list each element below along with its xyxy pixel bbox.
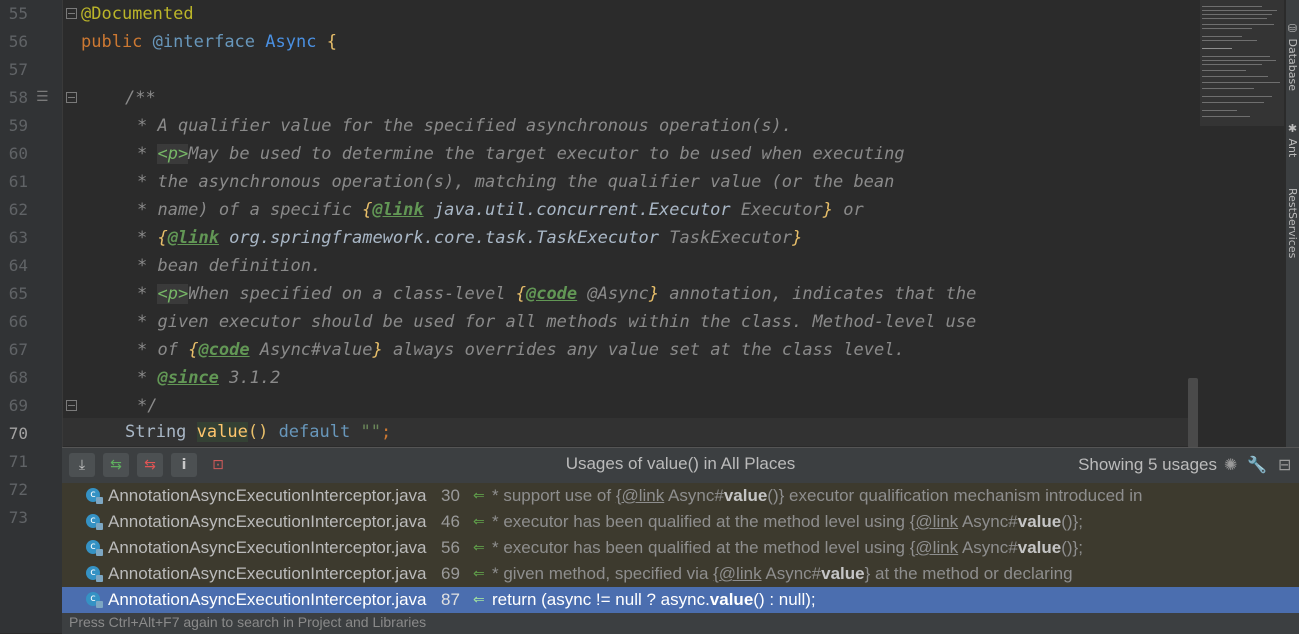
line-number: 71 [8, 452, 28, 471]
line-number: 65 [8, 284, 28, 303]
open-in-find-window-icon[interactable]: ⊟ [1278, 455, 1291, 474]
code-line: * name) of a specific {@link java.util.c… [137, 200, 864, 220]
settings-wrench-icon[interactable]: 🔧 [1247, 455, 1267, 474]
usage-row[interactable]: c AnnotationAsyncExecutionInterceptor.ja… [62, 535, 1299, 561]
code-line: * <p>When specified on a class-level {@c… [137, 284, 977, 304]
read-access-icon: ⇐ [473, 514, 485, 530]
popup-hint: Press Ctrl+Alt+F7 again to search in Pro… [69, 614, 427, 630]
code-line: * A qualifier value for the specified as… [137, 116, 793, 136]
usage-file: AnnotationAsyncExecutionInterceptor.java [108, 486, 427, 505]
code-line: /** [125, 88, 156, 108]
usage-text: * given method, specified via {@link Asy… [492, 564, 1073, 583]
usage-row[interactable]: c AnnotationAsyncExecutionInterceptor.ja… [62, 561, 1299, 587]
code-line: */ [137, 396, 158, 416]
line-number: 56 [8, 32, 28, 51]
usage-count: Showing 5 usages [1078, 455, 1217, 474]
usage-row[interactable]: c AnnotationAsyncExecutionInterceptor.ja… [62, 509, 1299, 535]
usage-line-number: 56 [441, 538, 460, 557]
line-number-current: 70 [8, 424, 28, 443]
usage-file: AnnotationAsyncExecutionInterceptor.java [108, 564, 427, 583]
code-line-current: String value() default ""; [125, 422, 392, 442]
line-number: 68 [8, 368, 28, 387]
fold-marker-icon[interactable] [66, 92, 77, 103]
usage-row[interactable]: c AnnotationAsyncExecutionInterceptor.ja… [62, 483, 1299, 509]
code-line: public @interface Async { [81, 32, 337, 52]
line-number: 73 [8, 508, 28, 527]
class-icon: c [86, 592, 103, 608]
code-line: @Documented [81, 4, 194, 24]
usage-file: AnnotationAsyncExecutionInterceptor.java [108, 590, 427, 609]
usage-text: return (async != null ? async.value() : … [492, 590, 816, 609]
usage-line-number: 87 [441, 590, 460, 609]
database-tool-tab[interactable]: ⛁ Database [1286, 22, 1299, 91]
class-icon: c [86, 488, 103, 504]
loading-spinner-icon: ✺ [1224, 455, 1238, 474]
line-number: 55 [8, 4, 28, 23]
fold-marker-icon[interactable] [66, 8, 77, 19]
ant-icon: ✱ [1286, 122, 1299, 135]
database-icon: ⛁ [1286, 22, 1299, 35]
code-line: * given executor should be used for all … [137, 312, 977, 332]
code-line: * <p>May be used to determine the target… [137, 144, 905, 164]
line-number: 60 [8, 144, 28, 163]
usage-line-number: 30 [441, 486, 460, 505]
usage-text: * executor has been qualified at the met… [492, 512, 1083, 531]
line-number: 66 [8, 312, 28, 331]
code-line: * {@link org.springframework.core.task.T… [137, 228, 803, 248]
code-line: * bean definition. [137, 256, 322, 276]
class-icon: c [86, 566, 103, 582]
line-number: 63 [8, 228, 28, 247]
usage-file: AnnotationAsyncExecutionInterceptor.java [108, 512, 427, 531]
usage-line-number: 69 [441, 564, 460, 583]
usages-toolbar: ⤓ ⇆ ⇆ i ⊡ Usages of value() in All Place… [62, 448, 1299, 482]
line-number: 62 [8, 200, 28, 219]
read-access-icon: ⇐ [473, 540, 485, 556]
code-line: * @since 3.1.2 [137, 368, 281, 388]
line-number: 58 [8, 88, 28, 107]
restservices-tool-tab[interactable]: RestServices [1286, 188, 1299, 258]
line-number: 64 [8, 256, 28, 275]
class-icon: c [86, 514, 103, 530]
usage-line-number: 46 [441, 512, 460, 531]
code-line: * of {@code Async#value} always override… [137, 340, 905, 360]
line-number: 67 [8, 340, 28, 359]
vertical-scrollbar[interactable] [1188, 378, 1198, 448]
usage-text: * executor has been qualified at the met… [492, 538, 1083, 557]
read-access-icon: ⇐ [473, 592, 485, 608]
code-line: * the asynchronous operation(s), matchin… [137, 172, 895, 192]
usage-text: * support use of {@link Async#value()} e… [492, 486, 1143, 505]
line-number: 59 [8, 116, 28, 135]
line-number: 72 [8, 480, 28, 499]
line-number: 57 [8, 60, 28, 79]
ant-tool-tab[interactable]: ✱ Ant [1286, 122, 1299, 157]
line-number: 61 [8, 172, 28, 191]
usage-row-selected[interactable]: c AnnotationAsyncExecutionInterceptor.ja… [62, 587, 1299, 613]
class-icon: c [86, 540, 103, 556]
rendered-doc-toggle-icon[interactable]: ☰ [36, 89, 49, 105]
usage-file: AnnotationAsyncExecutionInterceptor.java [108, 538, 427, 557]
read-access-icon: ⇐ [473, 566, 485, 582]
fold-marker-icon[interactable] [66, 400, 77, 411]
usages-popup: ⤓ ⇆ ⇆ i ⊡ Usages of value() in All Place… [62, 447, 1299, 634]
code-minimap[interactable] [1200, 0, 1284, 126]
read-access-icon: ⇐ [473, 488, 485, 504]
line-number: 69 [8, 396, 28, 415]
